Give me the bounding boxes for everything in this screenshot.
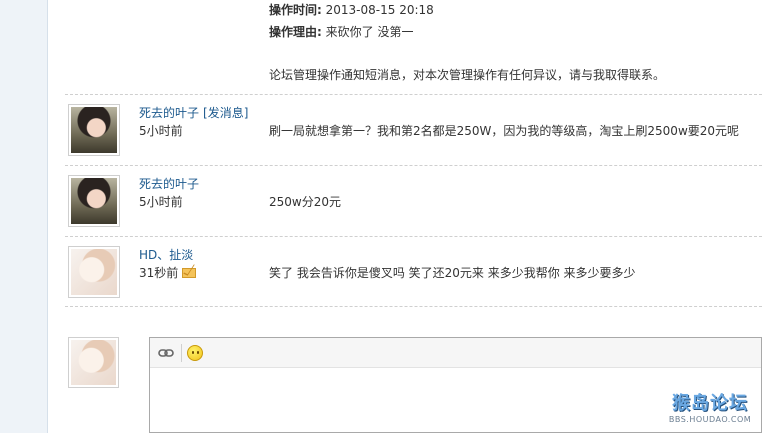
comment-author: HD、扯淡 [139,247,193,263]
doll-avatar-image [71,249,117,295]
watermark-subtitle: BBS.HOUDAO.COM [668,415,752,424]
comment-time-text: 31秒前 [139,266,179,280]
operation-reason-label: 操作理由: [269,25,322,39]
avatar[interactable] [68,246,120,298]
author-link[interactable]: HD、扯淡 [139,248,193,262]
comment-row: 死去的叶子 5小时前 250w分20元 [65,165,762,236]
comment-author: 死去的叶子 [发消息] [139,105,248,121]
avatar[interactable] [68,175,120,227]
left-sidebar-strip [0,0,48,433]
comment-row: HD、扯淡 31秒前 笑了 我会告诉你是傻叉吗 笑了还20元来 来多少我帮你 来… [65,236,762,307]
watermark-title: 猴岛论坛 [664,393,756,415]
comment-time: 31秒前 [139,265,197,281]
admin-notice-text: 论坛管理操作通知短消息，对本次管理操作有任何异议，请与我取得联系。 [269,68,666,82]
watermark-title-text: 猴岛论坛 [672,393,748,414]
mail-icon[interactable] [182,268,197,278]
comment-time: 5小时前 [139,195,183,209]
comment-content: 笑了 我会告诉你是傻叉吗 笑了还20元来 来多少我帮你 来多少要多少 [269,266,636,280]
author-link[interactable]: 死去的叶子 [139,106,199,120]
operation-time-line: 操作时间: 2013-08-15 20:18 [269,0,749,22]
doll-avatar-image [71,340,116,385]
editor-toolbar [150,338,761,368]
reply-avatar [68,337,119,388]
operation-time-label: 操作时间: [269,3,322,17]
smiley-icon[interactable] [187,345,203,361]
comment-content: 刷一局就想拿第一？我和第2名都是250W，因为我的等级高，淘宝上刷2500w要2… [269,124,740,138]
avatar[interactable] [68,104,120,156]
operation-time-value: 2013-08-15 20:18 [325,3,434,17]
comment-content: 250w分20元 [269,195,341,209]
operation-reason-value: 来砍你了 没第一 [325,25,414,39]
comment-author: 死去的叶子 [139,176,199,192]
send-message-link[interactable]: [发消息] [203,106,248,120]
girl-avatar-image [71,178,117,224]
toolbar-separator [181,344,182,362]
link-icon[interactable] [158,346,174,360]
operation-notice: 操作时间: 2013-08-15 20:18 操作理由: 来砍你了 没第一 论坛… [269,0,749,85]
comment-row: 死去的叶子 [发消息] 5小时前 刷一局就想拿第一？我和第2名都是250W，因为我… [65,94,762,165]
houdao-watermark-logo: 猴岛论坛 BBS.HOUDAO.COM [664,393,756,425]
author-link[interactable]: 死去的叶子 [139,177,199,191]
comment-time: 5小时前 [139,124,183,138]
girl-avatar-image [71,107,117,153]
operation-reason-line: 操作理由: 来砍你了 没第一 [269,22,749,44]
